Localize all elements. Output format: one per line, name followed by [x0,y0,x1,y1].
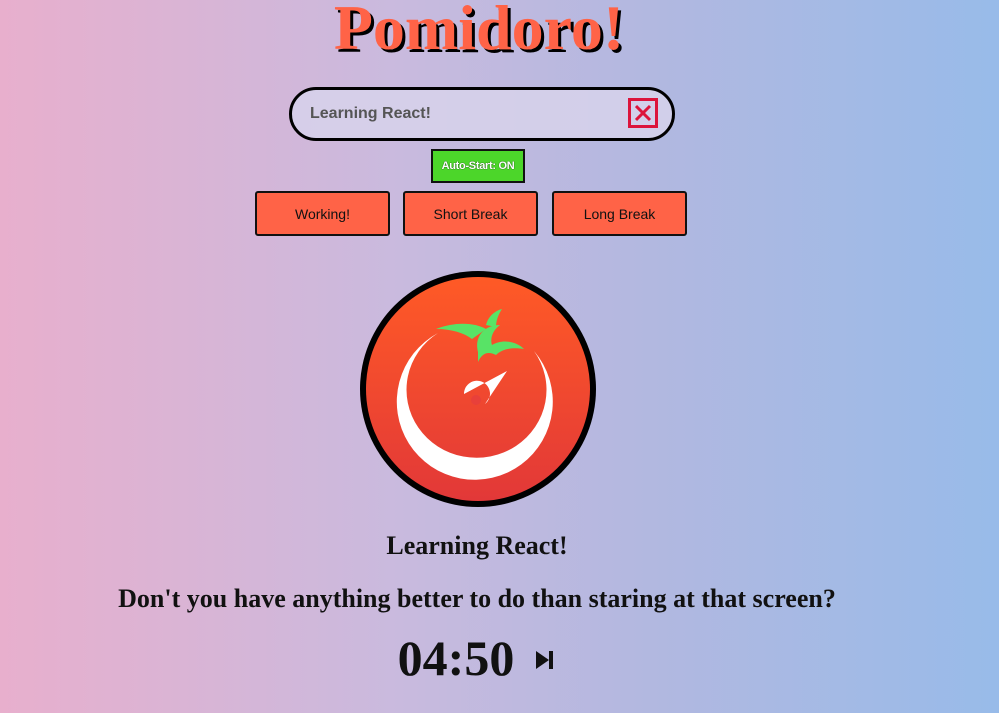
timer-display: 04:50 [397,630,515,686]
tomato-logo [356,267,600,511]
skip-button[interactable] [532,648,556,672]
task-input-container [289,87,675,141]
clear-task-button[interactable] [628,98,658,128]
idle-message: Don't you have anything better to do tha… [118,584,836,613]
task-input[interactable] [310,90,610,138]
close-icon [634,104,652,122]
working-mode-button[interactable]: Working! [255,191,390,236]
tomato-timer-icon [360,271,596,507]
app-title: Pomidoro! [333,0,625,63]
timer-row: 04:50 [0,628,954,688]
skip-next-icon [536,651,554,669]
autostart-toggle[interactable]: Auto-Start: ON [431,149,525,183]
short-break-button[interactable]: Short Break [403,191,538,236]
current-task-label: Learning React! [386,531,568,560]
long-break-button[interactable]: Long Break [552,191,687,236]
